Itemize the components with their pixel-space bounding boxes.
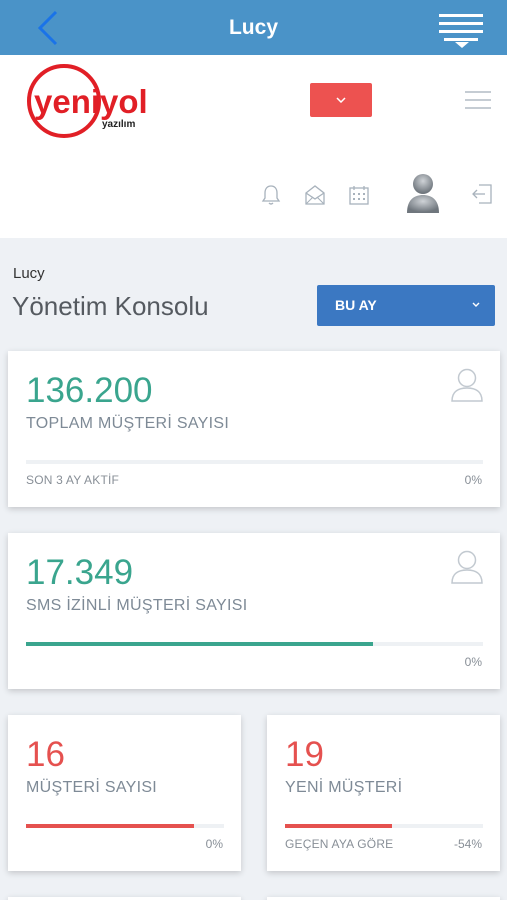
stat-percent: -54% xyxy=(453,837,482,851)
stat-percent: 0% xyxy=(205,837,223,851)
stat-label: YENİ MÜŞTERİ xyxy=(285,779,403,796)
progress-bar xyxy=(26,642,483,646)
progress-bar xyxy=(285,824,483,828)
breadcrumb: Lucy xyxy=(13,265,45,282)
stat-card-customers: 16 MÜŞTERİ SAYISI 0% xyxy=(8,715,241,871)
nav-title: Lucy xyxy=(228,16,278,39)
stat-value: 136.200 xyxy=(26,371,153,410)
stat-label: MÜŞTERİ SAYISI xyxy=(26,779,158,796)
user-icon xyxy=(451,550,483,584)
logout-icon xyxy=(472,184,492,204)
hamburger-icon xyxy=(465,91,491,109)
user-avatar-button[interactable] xyxy=(405,170,441,214)
chevron-down-icon xyxy=(472,302,480,307)
logout-button[interactable] xyxy=(470,182,494,206)
progress-bar xyxy=(26,460,483,464)
stat-value: 19 xyxy=(285,735,324,774)
stat-value: 17.349 xyxy=(26,553,134,592)
bell-icon xyxy=(261,185,281,205)
menu-icon xyxy=(439,14,483,48)
calendar-button[interactable] xyxy=(347,183,371,207)
stat-label: SMS İZİNLİ MÜŞTERİ SAYISI xyxy=(26,597,248,614)
calendar-icon xyxy=(349,186,369,205)
page-title: Yönetim Konsolu xyxy=(12,291,209,321)
notifications-button[interactable] xyxy=(260,183,282,207)
date-range-label: BU AY xyxy=(335,297,377,313)
user-icon xyxy=(451,368,483,402)
header: yeniyol yazılım xyxy=(0,55,507,238)
messages-button[interactable] xyxy=(303,183,327,207)
svg-text:yazılım: yazılım xyxy=(102,119,135,130)
company-logo: yeniyol yazılım xyxy=(18,61,158,141)
stat-footer: SON 3 AY AKTİF xyxy=(26,473,120,487)
nav-menu-button[interactable] xyxy=(439,12,485,48)
avatar xyxy=(407,174,439,213)
navbar: Lucy xyxy=(0,0,507,55)
stat-card-new-customers: 19 YENİ MÜŞTERİ GEÇEN AYA GÖRE -54% xyxy=(267,715,500,871)
header-dropdown-button[interactable] xyxy=(310,83,372,117)
progress-fill xyxy=(26,824,195,828)
hamburger-menu-button[interactable] xyxy=(465,91,491,109)
stat-value: 16 xyxy=(26,735,65,774)
progress-fill xyxy=(285,824,392,828)
stat-percent: 0% xyxy=(464,473,482,487)
chevron-down-icon xyxy=(336,97,346,103)
stat-percent: 0% xyxy=(464,655,482,669)
stat-card-total-customers: 136.200 TOPLAM MÜŞTERİ SAYISI SON 3 AY A… xyxy=(8,351,500,507)
progress-fill xyxy=(26,642,374,646)
stat-footer: GEÇEN AYA GÖRE xyxy=(285,837,394,851)
stat-card-sms-customers: 17.349 SMS İZİNLİ MÜŞTERİ SAYISI 0% xyxy=(8,533,500,689)
stat-label: TOPLAM MÜŞTERİ SAYISI xyxy=(26,415,230,432)
date-range-select[interactable]: BU AY xyxy=(317,285,495,326)
progress-bar xyxy=(26,824,224,828)
svg-text:yeniyol: yeniyol xyxy=(34,83,148,120)
envelope-open-icon xyxy=(305,185,325,205)
